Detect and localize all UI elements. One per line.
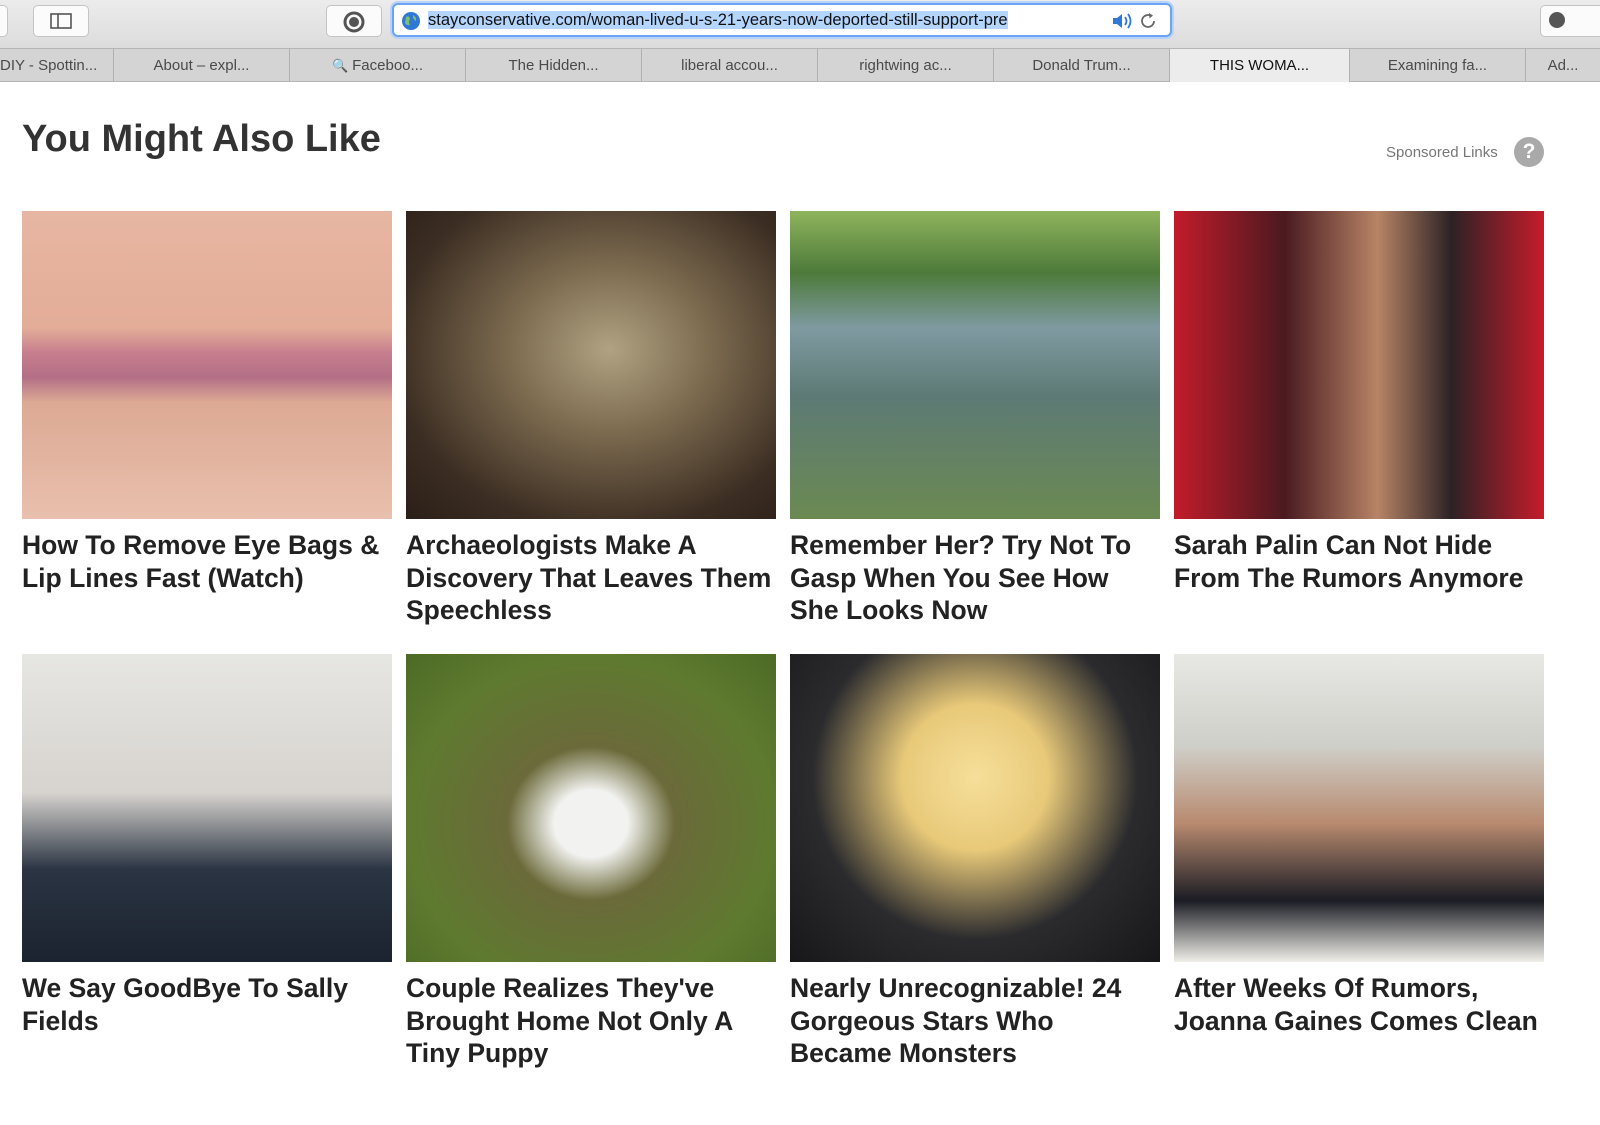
tab-label: Examining fa... bbox=[1387, 57, 1488, 74]
card-caption[interactable]: Couple Realizes They've Brought Home Not… bbox=[406, 972, 776, 1070]
tab-label: About – expl... bbox=[153, 57, 250, 74]
woman-by-lake-image[interactable] bbox=[790, 211, 1160, 519]
card-caption[interactable]: We Say GoodBye To Sally Fields bbox=[22, 972, 392, 1037]
circle-icon bbox=[343, 11, 365, 33]
sponsored-links-label[interactable]: Sponsored Links bbox=[1386, 144, 1498, 161]
card-caption[interactable]: How To Remove Eye Bags & Lip Lines Fast … bbox=[22, 529, 392, 594]
reader-button[interactable] bbox=[326, 5, 382, 37]
content-card[interactable]: Archaeologists Make A Discovery That Lea… bbox=[406, 211, 776, 627]
joanna-gaines-image[interactable] bbox=[1174, 654, 1544, 962]
back-button[interactable] bbox=[0, 5, 8, 37]
tab-label: Donald Trum... bbox=[1032, 57, 1131, 74]
extension-button[interactable] bbox=[1540, 5, 1600, 37]
content-card[interactable]: After Weeks Of Rumors, Joanna Gaines Com… bbox=[1174, 654, 1544, 1037]
tab-donald-trump[interactable]: Donald Trum... bbox=[994, 49, 1170, 82]
tab-about[interactable]: About – expl... bbox=[114, 49, 290, 82]
blonde-star-image[interactable] bbox=[790, 654, 1160, 962]
address-bar[interactable]: stayconservative.com/woman-lived-u-s-21-… bbox=[392, 3, 1172, 37]
card-caption[interactable]: Nearly Unrecognizable! 24 Gorgeous Stars… bbox=[790, 972, 1160, 1070]
sally-field-image[interactable] bbox=[22, 654, 392, 962]
sidebar-icon bbox=[50, 13, 72, 29]
tab-liberal-accounts[interactable]: liberal accou... bbox=[642, 49, 818, 82]
content-card[interactable]: We Say GoodBye To Sally Fields bbox=[22, 654, 392, 1037]
sidebar-toggle-button[interactable] bbox=[33, 5, 89, 37]
tab-the-hidden[interactable]: The Hidden... bbox=[466, 49, 642, 82]
content-card[interactable]: Nearly Unrecognizable! 24 Gorgeous Stars… bbox=[790, 654, 1160, 1070]
content-card[interactable]: Remember Her? Try Not To Gasp When You S… bbox=[790, 211, 1160, 627]
tab-label: liberal accou... bbox=[681, 57, 778, 74]
tab-label: rightwing ac... bbox=[859, 57, 952, 74]
content-card[interactable]: Sarah Palin Can Not Hide From The Rumors… bbox=[1174, 211, 1544, 594]
reload-icon[interactable] bbox=[1138, 11, 1158, 31]
tab-examining[interactable]: Examining fa... bbox=[1350, 49, 1526, 82]
tab-facebook[interactable]: 🔍 Faceboo... bbox=[290, 49, 466, 82]
card-caption[interactable]: Sarah Palin Can Not Hide From The Rumors… bbox=[1174, 529, 1544, 594]
help-icon[interactable]: ? bbox=[1514, 137, 1544, 167]
tab-label: THIS WOMA... bbox=[1209, 57, 1310, 74]
tab-ad[interactable]: Ad... bbox=[1526, 49, 1600, 82]
tab-diy-spotting[interactable]: DIY - Spottin... bbox=[0, 49, 114, 82]
closeup-lips-image[interactable] bbox=[22, 211, 392, 519]
card-caption[interactable]: Remember Her? Try Not To Gasp When You S… bbox=[790, 529, 1160, 627]
tab-label: Faceboo... bbox=[352, 57, 424, 74]
content-card[interactable]: How To Remove Eye Bags & Lip Lines Fast … bbox=[22, 211, 392, 594]
sarah-palin-image[interactable] bbox=[1174, 211, 1544, 519]
skull-image[interactable] bbox=[406, 211, 776, 519]
tab-this-woman[interactable]: THIS WOMA... bbox=[1170, 49, 1350, 82]
dalmatian-puppy-image[interactable] bbox=[406, 654, 776, 962]
extension-icon bbox=[1549, 12, 1565, 28]
audio-playing-icon[interactable] bbox=[1111, 11, 1135, 31]
search-icon: 🔍 bbox=[331, 58, 349, 73]
tab-label: Ad... bbox=[1547, 57, 1579, 74]
globe-icon bbox=[402, 12, 420, 30]
browser-toolbar: stayconservative.com/woman-lived-u-s-21-… bbox=[0, 0, 1600, 48]
tab-label: DIY - Spottin... bbox=[0, 57, 98, 74]
url-text[interactable]: stayconservative.com/woman-lived-u-s-21-… bbox=[428, 11, 1104, 31]
page-title: You Might Also Like bbox=[22, 118, 381, 160]
content-card[interactable]: Couple Realizes They've Brought Home Not… bbox=[406, 654, 776, 1070]
card-caption[interactable]: Archaeologists Make A Discovery That Lea… bbox=[406, 529, 776, 627]
tab-rightwing-accounts[interactable]: rightwing ac... bbox=[818, 49, 994, 82]
tab-label: The Hidden... bbox=[508, 57, 599, 74]
card-caption[interactable]: After Weeks Of Rumors, Joanna Gaines Com… bbox=[1174, 972, 1544, 1037]
tab-bar: DIY - Spottin... About – expl... 🔍 Facebo… bbox=[0, 48, 1600, 82]
